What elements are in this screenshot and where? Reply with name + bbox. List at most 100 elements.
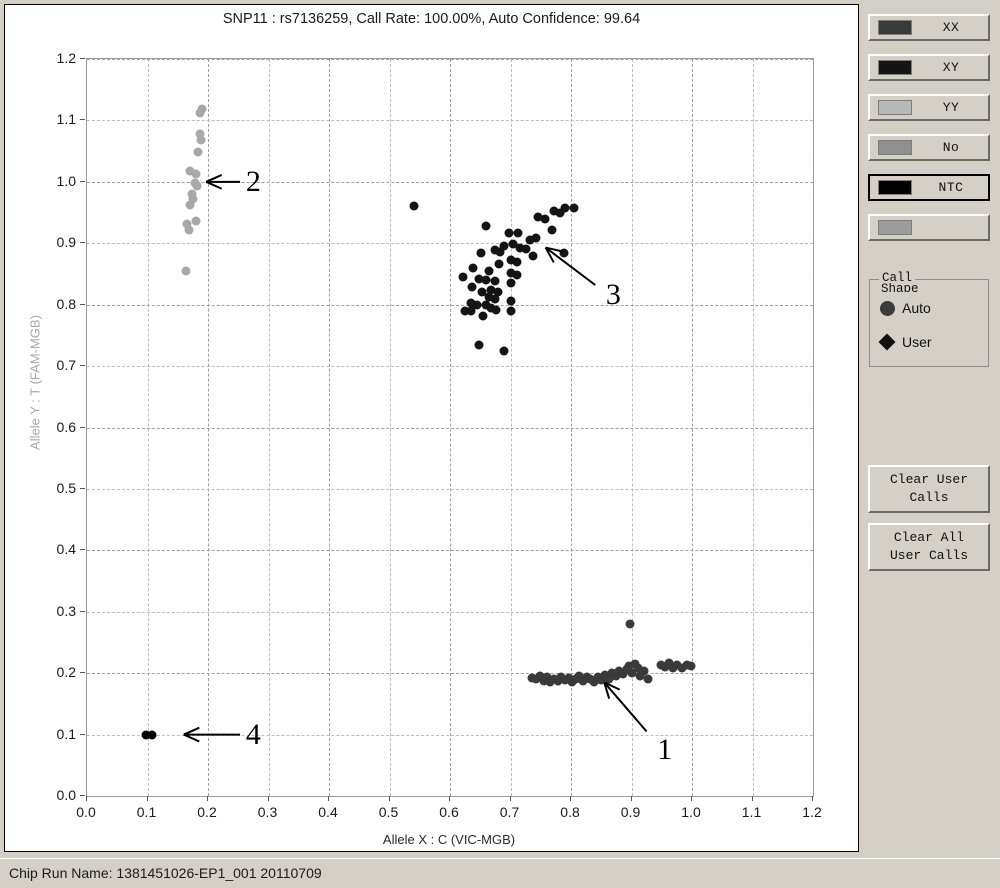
data-point-xy[interactable] <box>476 248 486 258</box>
call-button-yy[interactable]: YY <box>868 94 990 121</box>
data-point-xy[interactable] <box>499 346 509 356</box>
x-tick-label: 0.8 <box>560 804 580 820</box>
y-tick <box>80 487 85 489</box>
call-button-label: NTC <box>938 180 964 195</box>
data-point-yy[interactable] <box>185 200 195 210</box>
data-point-xy[interactable] <box>512 257 522 267</box>
y-tick <box>80 303 85 305</box>
data-point-yy[interactable] <box>184 225 194 235</box>
call-shape-label-auto: Auto <box>902 300 931 316</box>
call-button-label: YY <box>942 100 960 115</box>
gridline-horizontal <box>87 243 813 245</box>
data-point-xy[interactable] <box>547 225 557 235</box>
gridline-horizontal <box>87 366 813 368</box>
data-point-xy[interactable] <box>484 266 494 276</box>
scatter-plot-area[interactable]: 1 2 3 4 <box>86 58 814 797</box>
x-tick-label: 1.0 <box>681 804 701 820</box>
call-control-panel: XX XY YY No NTC Call Shape Auto User Clear U… <box>864 4 996 852</box>
call-button-ntc[interactable]: NTC <box>868 174 990 201</box>
x-tick <box>751 796 753 801</box>
x-tick <box>812 796 813 801</box>
x-tick-label: 1.2 <box>802 804 822 820</box>
y-tick-label: 0.9 <box>56 234 76 251</box>
data-point-xy[interactable] <box>466 306 476 316</box>
clear-user-calls-button[interactable]: Clear User Calls <box>868 465 990 513</box>
data-point-xy[interactable] <box>512 270 522 280</box>
data-point-xy[interactable] <box>481 221 491 231</box>
gridline-horizontal <box>87 488 813 490</box>
data-point-xy[interactable] <box>478 311 488 321</box>
call-button-no[interactable]: No <box>868 134 990 161</box>
x-tick <box>449 796 450 801</box>
data-point-yy[interactable] <box>181 266 191 276</box>
y-tick-label: 0.7 <box>56 357 76 374</box>
data-point-xy[interactable] <box>409 201 419 211</box>
data-point-xy[interactable] <box>506 306 515 316</box>
data-point-xx[interactable] <box>643 674 653 684</box>
chart-panel: SNP11 : rs7136259, Call Rate: 100.00%, A… <box>4 4 859 852</box>
data-point-xy[interactable] <box>506 296 515 306</box>
x-tick <box>388 796 390 801</box>
data-point-xy[interactable] <box>495 247 505 257</box>
data-point-yy[interactable] <box>196 135 206 145</box>
gridline-horizontal <box>87 120 813 122</box>
data-point-xy[interactable] <box>513 228 523 238</box>
data-point-yy[interactable] <box>195 108 205 118</box>
x-tick-label: 0.9 <box>620 804 641 820</box>
gridline-horizontal <box>87 59 813 60</box>
gridline-vertical <box>389 59 391 796</box>
x-tick-label: 0.3 <box>257 804 278 820</box>
data-point-xy[interactable] <box>540 214 550 224</box>
gridline-vertical <box>329 59 330 796</box>
data-point-xy[interactable] <box>531 233 541 243</box>
y-tick-label: 0.1 <box>56 725 76 742</box>
call-button-xy[interactable]: XY <box>868 54 990 81</box>
x-tick <box>509 796 511 801</box>
gridline-vertical <box>752 59 754 796</box>
x-tick-label: 1.1 <box>741 804 762 820</box>
x-tick-label: 0.2 <box>197 804 217 820</box>
call-button-unlabeled[interactable] <box>868 214 990 241</box>
y-tick <box>80 795 85 796</box>
chip-run-name-label: Chip Run Name: 1381451026-EP1_001 201107… <box>9 865 322 881</box>
y-tick <box>80 672 85 674</box>
data-point-xy[interactable] <box>467 282 477 292</box>
y-tick-label: 0.0 <box>56 787 76 803</box>
gridline-vertical <box>813 59 814 796</box>
x-tick <box>267 796 269 801</box>
gridline-vertical <box>510 59 512 796</box>
y-tick <box>80 119 85 121</box>
data-point-xy[interactable] <box>494 259 504 269</box>
allelic-discrimination-window: SNP11 : rs7136259, Call Rate: 100.00%, A… <box>0 0 1000 888</box>
data-point-xx[interactable] <box>686 661 696 671</box>
x-tick <box>630 796 632 801</box>
annotation-label-1: 1 <box>657 732 673 766</box>
data-point-xy[interactable] <box>458 272 468 282</box>
data-point-xy[interactable] <box>490 294 500 304</box>
data-point-xy[interactable] <box>559 248 569 258</box>
y-tick <box>80 58 85 59</box>
call-shape-legend-line2: Shape <box>881 283 919 292</box>
data-point-xy[interactable] <box>474 340 484 350</box>
call-color-swatch <box>878 220 912 235</box>
clear-all-user-calls-button[interactable]: Clear All User Calls <box>868 523 990 571</box>
call-shape-row-user: User <box>876 330 932 354</box>
data-point-xy[interactable] <box>468 263 478 273</box>
annotation-label-3: 3 <box>605 278 621 312</box>
data-point-yy[interactable] <box>193 147 203 157</box>
data-point-xy[interactable] <box>506 278 515 288</box>
data-point-xy[interactable] <box>555 208 565 218</box>
x-tick <box>146 796 148 801</box>
data-point-xy[interactable] <box>491 305 501 315</box>
gridline-vertical <box>147 59 149 796</box>
data-point-ntc[interactable] <box>147 730 157 740</box>
data-point-yy[interactable] <box>191 169 201 179</box>
call-button-xx[interactable]: XX <box>868 14 990 41</box>
data-point-xx[interactable] <box>625 619 635 629</box>
call-shape-groupbox: Call Shape Auto User <box>869 271 989 367</box>
y-tick <box>80 549 85 551</box>
y-tick-label: 1.0 <box>56 172 76 189</box>
data-point-yy[interactable] <box>191 216 201 226</box>
data-point-xy[interactable] <box>528 251 538 261</box>
data-point-xy[interactable] <box>569 203 579 213</box>
